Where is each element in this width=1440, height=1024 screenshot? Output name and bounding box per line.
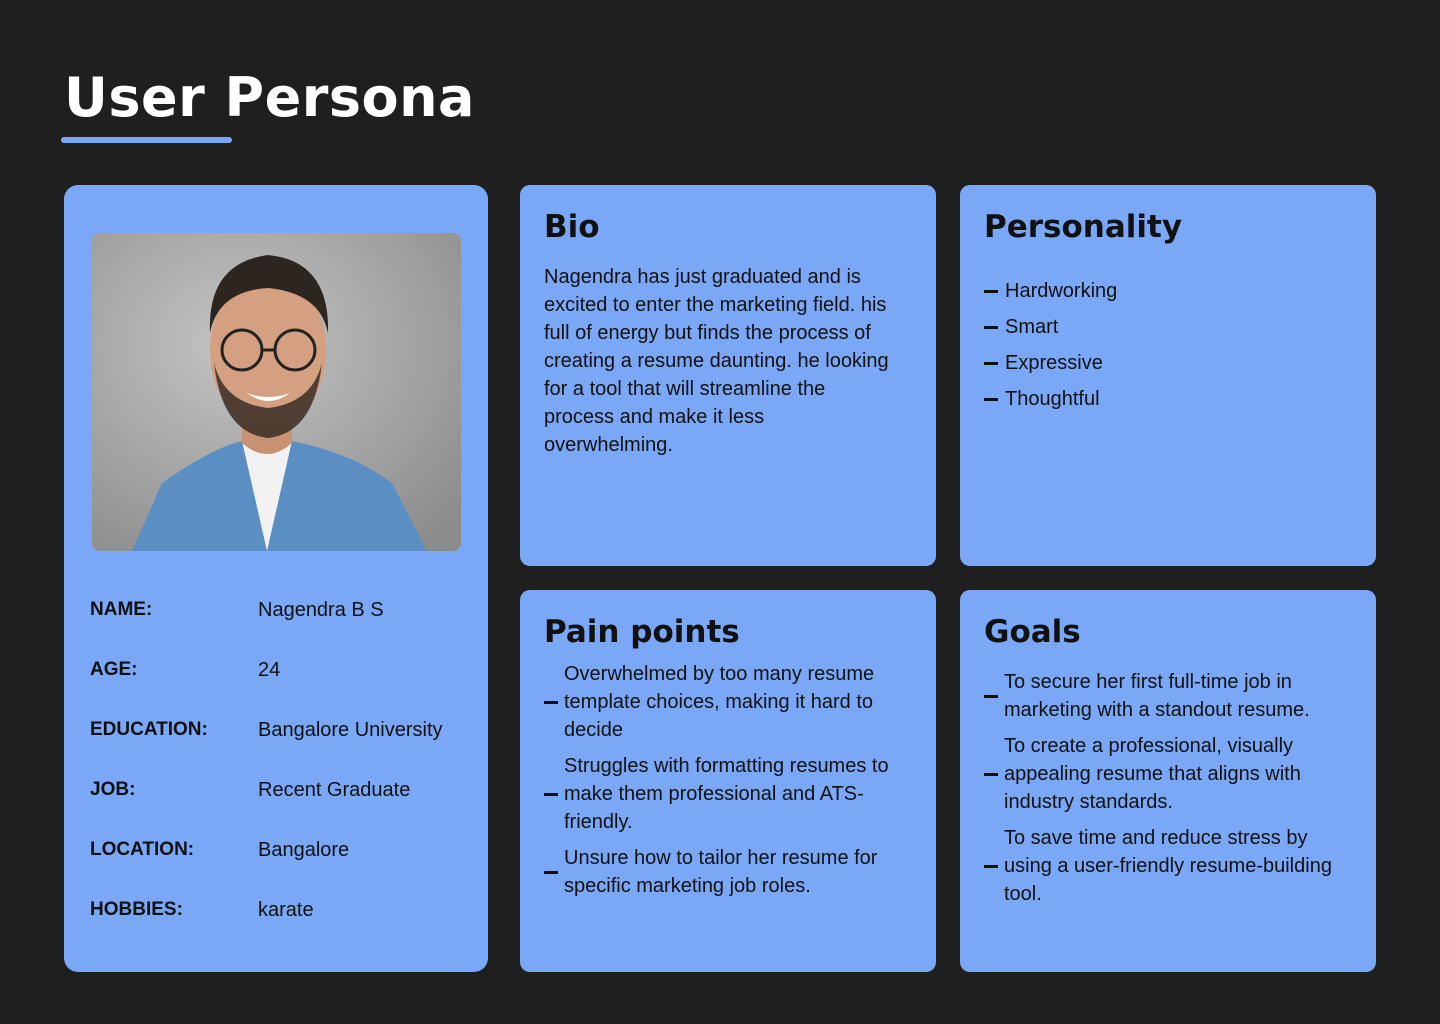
pain-points-list: Overwhelmed by too many resume template … (544, 660, 924, 908)
personality-card: Personality Hardworking Smart Expressive… (960, 185, 1376, 566)
pain-point-text: Overwhelmed by too many resume template … (564, 663, 875, 741)
list-item: Struggles with formatting resumes to mak… (544, 752, 924, 836)
dash-icon (984, 289, 998, 293)
list-item: Hardworking (984, 273, 1117, 309)
trait-label: Expressive (1005, 351, 1103, 374)
pain-points-title: Pain points (544, 614, 740, 650)
trait-label: Smart (1005, 315, 1059, 338)
list-item: To save time and reduce stress by using … (984, 824, 1364, 908)
info-row-hobbies: HOBBIES: karate (90, 899, 470, 929)
page-title: User Persona (64, 66, 475, 129)
goals-title: Goals (984, 614, 1081, 650)
goal-text: To secure her first full-time job in mar… (1004, 671, 1310, 721)
info-value: Nagendra B S (258, 599, 384, 621)
dash-icon (544, 870, 558, 874)
goals-list: To secure her first full-time job in mar… (984, 668, 1364, 916)
list-item: To create a professional, visually appea… (984, 732, 1364, 816)
dash-icon (984, 361, 998, 365)
info-label: LOCATION: (90, 839, 195, 860)
list-item: To secure her first full-time job in mar… (984, 668, 1364, 724)
dash-icon (544, 700, 558, 704)
info-value: Bangalore (258, 839, 350, 861)
title-underline (61, 137, 232, 143)
personality-title: Personality (984, 209, 1183, 245)
goals-card: Goals To secure her first full-time job … (960, 590, 1376, 972)
bio-card: Bio Nagendra has just graduated and is e… (520, 185, 936, 566)
goal-text: To create a professional, visually appea… (1004, 735, 1301, 813)
list-item: Unsure how to tailor her resume for spec… (544, 844, 924, 900)
trait-list: Hardworking Smart Expressive Thoughtful (984, 273, 1117, 417)
bio-title: Bio (544, 209, 600, 245)
dash-icon (984, 864, 998, 868)
info-row-name: NAME: Nagendra B S (90, 599, 470, 629)
pain-points-card: Pain points Overwhelmed by too many resu… (520, 590, 936, 972)
dash-icon (984, 325, 998, 329)
trait-label: Hardworking (1005, 279, 1118, 302)
pain-point-text: Struggles with formatting resumes to mak… (564, 755, 889, 833)
info-label: JOB: (90, 779, 136, 800)
info-label: EDUCATION: (90, 719, 208, 740)
info-row-age: AGE: 24 (90, 659, 470, 689)
info-value: Recent Graduate (258, 779, 411, 801)
info-value: 24 (258, 659, 281, 681)
goal-text: To save time and reduce stress by using … (1004, 827, 1332, 905)
info-label: AGE: (90, 659, 138, 680)
list-item: Thoughtful (984, 381, 1117, 417)
info-value: Bangalore University (258, 719, 443, 741)
list-item: Overwhelmed by too many resume template … (544, 660, 924, 744)
person-photo-icon (92, 233, 461, 551)
pain-point-text: Unsure how to tailor her resume for spec… (564, 847, 878, 897)
list-item: Expressive (984, 345, 1117, 381)
list-item: Smart (984, 309, 1117, 345)
profile-card: NAME: Nagendra B S AGE: 24 EDUCATION: Ba… (64, 185, 488, 972)
profile-photo (92, 233, 461, 551)
info-row-location: LOCATION: Bangalore (90, 839, 470, 869)
dash-icon (984, 397, 998, 401)
info-label: HOBBIES: (90, 899, 183, 920)
dash-icon (544, 792, 558, 796)
trait-label: Thoughtful (1005, 387, 1100, 410)
dash-icon (984, 772, 998, 776)
bio-text: Nagendra has just graduated and is excit… (544, 266, 889, 456)
info-value: karate (258, 899, 314, 921)
info-row-job: JOB: Recent Graduate (90, 779, 470, 809)
dash-icon (984, 694, 998, 698)
info-row-education: EDUCATION: Bangalore University (90, 719, 470, 749)
info-label: NAME: (90, 599, 153, 620)
